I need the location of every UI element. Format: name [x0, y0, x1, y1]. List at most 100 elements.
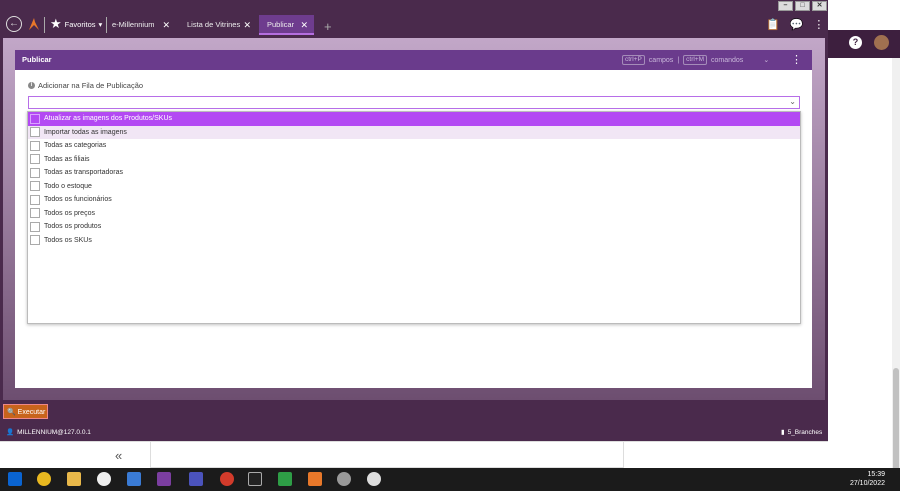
- system-clock[interactable]: 15:39 27/10/2022: [850, 470, 885, 488]
- list-item[interactable]: Importar todas as imagens: [28, 125, 800, 139]
- chevron-down-icon: ▾: [98, 19, 103, 29]
- app-icon[interactable]: [220, 472, 234, 486]
- list-item[interactable]: Todos os SKUs: [28, 234, 800, 248]
- option-label: Todos os SKUs: [44, 236, 92, 244]
- checkbox[interactable]: [30, 181, 40, 192]
- checkbox[interactable]: [30, 127, 40, 138]
- collapse-icon[interactable]: «: [115, 448, 122, 463]
- execute-button[interactable]: 🔍 Executar: [3, 404, 48, 419]
- browser-scrollbar[interactable]: [892, 58, 900, 488]
- list-item[interactable]: Todas as filiais: [28, 153, 800, 167]
- topbar-icons: 📋 💬 ⋮: [766, 18, 824, 31]
- user-icon: 👤: [6, 429, 15, 436]
- list-item[interactable]: Todos os funcionários: [28, 193, 800, 207]
- list-item[interactable]: Todos os produtos: [28, 220, 800, 234]
- tab-lista-de-vitrines[interactable]: Lista de Vitrines ✕: [179, 15, 257, 35]
- option-label: Atualizar as imagens dos Produtos/SKUs: [44, 115, 173, 123]
- app-icon[interactable]: [248, 472, 262, 486]
- app-icon[interactable]: [157, 472, 171, 486]
- content-panel: Publicar ctrl+P campos | ctrl+M comandos…: [3, 38, 825, 400]
- hint-separator: |: [677, 56, 680, 64]
- app-icon[interactable]: [127, 472, 141, 486]
- minimize-button[interactable]: –: [778, 1, 793, 11]
- list-item[interactable]: Todas as transportadoras: [28, 166, 800, 180]
- close-icon[interactable]: ✕: [162, 15, 170, 35]
- checkbox[interactable]: [30, 167, 40, 178]
- help-icon[interactable]: ?: [849, 36, 862, 49]
- shortcut-key: ctrl+P: [622, 55, 645, 65]
- star-icon: ★: [50, 16, 62, 31]
- option-label: Todos os funcionários: [44, 196, 112, 204]
- clipboard-icon[interactable]: 📋: [766, 18, 780, 31]
- option-label: Todos os preços: [44, 209, 95, 217]
- clock-date: 27/10/2022: [849, 480, 885, 487]
- checkbox[interactable]: [30, 140, 40, 151]
- status-user: 👤 MILLENNIUM@127.0.0.1: [6, 428, 91, 437]
- browser-bottom-area: «: [0, 441, 828, 468]
- shortcut-key: ctrl+M: [683, 55, 708, 65]
- app-topbar: ← ★ Favoritos ▾ e-Millennium ✕ Lista de …: [0, 12, 828, 38]
- app-icon[interactable]: [97, 472, 111, 486]
- publish-queue-select[interactable]: ⌄: [28, 96, 800, 109]
- close-icon[interactable]: ✕: [300, 15, 308, 35]
- browser-side-toolbar: ?: [828, 30, 900, 58]
- close-window-button[interactable]: ✕: [812, 1, 827, 11]
- app-icon[interactable]: [278, 472, 292, 486]
- divider: [44, 17, 45, 33]
- checkbox[interactable]: [30, 154, 40, 165]
- option-label: Todas as transportadoras: [44, 169, 123, 177]
- info-icon: i: [28, 82, 35, 89]
- card-title: Publicar: [22, 55, 52, 64]
- publish-card: Publicar ctrl+P campos | ctrl+M comandos…: [15, 50, 812, 388]
- field-label-text: Adicionar na Fila de Publicação: [38, 81, 144, 90]
- more-vertical-icon[interactable]: ⋮: [791, 53, 802, 66]
- close-icon[interactable]: ✕: [243, 15, 251, 35]
- tab-label: e-Millennium: [112, 20, 155, 29]
- info-bar-icon: ▮: [781, 429, 785, 436]
- option-label: Todos os produtos: [44, 223, 102, 231]
- add-tab-icon[interactable]: +: [324, 19, 332, 34]
- maximize-button[interactable]: □: [795, 1, 810, 11]
- list-item[interactable]: Todos os preços: [28, 207, 800, 221]
- teams-icon[interactable]: [189, 472, 203, 486]
- chevron-down-icon[interactable]: ⌄: [763, 56, 769, 64]
- tab-e-millennium[interactable]: e-Millennium ✕: [104, 15, 176, 35]
- clock-time: 15:39: [867, 471, 885, 478]
- checkbox[interactable]: [30, 221, 40, 232]
- checkbox[interactable]: [30, 235, 40, 246]
- field-label: i Adicionar na Fila de Publicação: [28, 81, 143, 90]
- checkbox[interactable]: [30, 208, 40, 219]
- status-branch: ▮ 5_Branches: [781, 428, 823, 437]
- checkbox[interactable]: [30, 194, 40, 205]
- branch-label: 5_Branches: [787, 428, 823, 436]
- tab-label: Lista de Vitrines: [187, 20, 241, 29]
- checkbox[interactable]: [30, 113, 40, 124]
- avatar[interactable]: [874, 35, 889, 50]
- app-icon[interactable]: [337, 472, 351, 486]
- shortcut-label: campos: [648, 56, 674, 64]
- favorites-menu[interactable]: ★ Favoritos ▾: [50, 16, 103, 31]
- list-item[interactable]: Atualizar as imagens dos Produtos/SKUs: [28, 112, 800, 126]
- list-item[interactable]: Todo o estoque: [28, 180, 800, 194]
- shortcut-label: comandos: [711, 56, 744, 64]
- keyboard-hints: ctrl+P campos | ctrl+M comandos ⌄: [622, 55, 769, 65]
- millennium-icon[interactable]: [308, 472, 322, 486]
- execute-label: Executar: [17, 409, 46, 416]
- more-vertical-icon[interactable]: ⋮: [813, 18, 824, 31]
- option-label: Todas as categorias: [44, 142, 107, 150]
- favorites-label: Favoritos: [64, 19, 96, 29]
- card-header: Publicar ctrl+P campos | ctrl+M comandos…: [15, 50, 812, 70]
- tab-publicar[interactable]: Publicar ✕: [259, 15, 314, 35]
- app-icon[interactable]: [367, 472, 381, 486]
- chat-icon[interactable]: 💬: [790, 18, 804, 31]
- browser-side-area: ?: [828, 0, 900, 488]
- taskbar: 15:39 27/10/2022: [0, 468, 900, 491]
- chevron-down-icon[interactable]: ⌄: [789, 97, 796, 106]
- outlook-icon[interactable]: [8, 472, 22, 486]
- browser-textarea[interactable]: [150, 442, 624, 468]
- chrome-icon[interactable]: [37, 472, 51, 486]
- list-item[interactable]: Todas as categorias: [28, 139, 800, 153]
- option-label: Todas as filiais: [44, 155, 90, 163]
- back-icon[interactable]: ←: [6, 16, 22, 32]
- folder-icon[interactable]: [67, 472, 81, 486]
